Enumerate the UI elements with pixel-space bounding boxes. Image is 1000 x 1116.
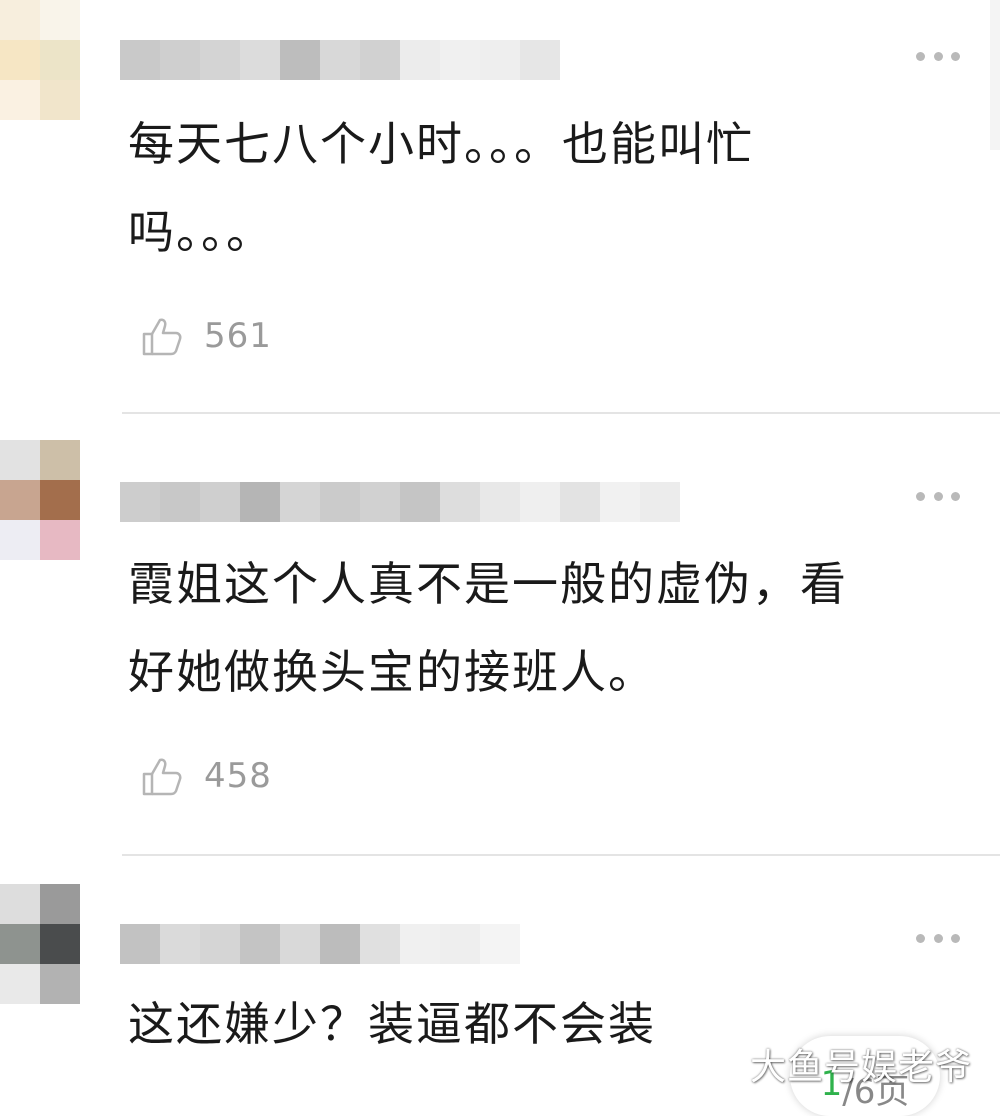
avatar-mosaic-tile <box>0 884 40 924</box>
avatar-mosaic-tile <box>0 480 40 520</box>
name-mosaic-tile <box>200 482 240 522</box>
like-button[interactable]: 458 <box>140 754 272 798</box>
avatar-mosaic-tile <box>0 40 40 80</box>
name-mosaic-tile <box>120 482 160 522</box>
avatar-mosaic-tile <box>40 0 80 40</box>
watermark-text: 大鱼号娱老爷 <box>750 1047 973 1088</box>
name-mosaic-tile <box>280 924 320 964</box>
name-mosaic-tile <box>400 40 440 80</box>
avatar-mosaic-tile <box>0 964 40 1004</box>
comment-text: 每天七八个小时。。。也能叫忙 吗。。。 <box>128 117 754 259</box>
name-mosaic-tile <box>560 482 600 522</box>
name-mosaic-tile <box>400 482 440 522</box>
avatar[interactable] <box>0 884 80 1004</box>
avatar-mosaic-tile <box>0 80 40 120</box>
name-mosaic-tile <box>280 482 320 522</box>
name-mosaic-tile <box>240 40 280 80</box>
name-mosaic-tile <box>320 924 360 964</box>
thumbs-up-icon <box>142 758 182 796</box>
username-blurred[interactable] <box>120 924 520 964</box>
avatar-mosaic-tile <box>0 440 40 480</box>
more-options-icon[interactable] <box>916 932 960 944</box>
more-options-icon[interactable] <box>916 490 960 502</box>
name-mosaic-tile <box>200 40 240 80</box>
name-mosaic-tile <box>240 924 280 964</box>
username-blurred[interactable] <box>120 40 560 80</box>
avatar-mosaic-tile <box>40 964 80 1004</box>
username-blurred[interactable] <box>120 482 680 522</box>
name-mosaic-tile <box>480 924 520 964</box>
avatar-mosaic-tile <box>40 520 80 560</box>
avatar-mosaic-tile <box>0 520 40 560</box>
avatar-mosaic-tile <box>0 0 40 40</box>
name-mosaic-tile <box>520 40 560 80</box>
name-mosaic-tile <box>440 924 480 964</box>
name-mosaic-tile <box>160 482 200 522</box>
name-mosaic-tile <box>360 482 400 522</box>
name-mosaic-tile <box>320 40 360 80</box>
name-mosaic-tile <box>360 924 400 964</box>
name-mosaic-tile <box>200 924 240 964</box>
name-mosaic-tile <box>440 40 480 80</box>
name-mosaic-tile <box>240 482 280 522</box>
name-mosaic-tile <box>400 924 440 964</box>
name-mosaic-tile <box>320 482 360 522</box>
name-mosaic-tile <box>160 924 200 964</box>
avatar-mosaic-tile <box>40 40 80 80</box>
more-options-icon[interactable] <box>916 50 960 62</box>
avatar-mosaic-tile <box>40 440 80 480</box>
name-mosaic-tile <box>600 482 640 522</box>
avatar[interactable] <box>0 0 80 120</box>
name-mosaic-tile <box>480 40 520 80</box>
avatar-mosaic-tile <box>0 924 40 964</box>
comment-text: 霞姐这个人真不是一般的虚伪，看 好她做换头宝的接班人。 <box>128 557 848 699</box>
name-mosaic-tile <box>640 482 680 522</box>
name-mosaic-tile <box>280 40 320 80</box>
name-mosaic-tile <box>440 482 480 522</box>
like-count: 561 <box>204 316 272 356</box>
name-mosaic-tile <box>480 482 520 522</box>
name-mosaic-tile <box>120 40 160 80</box>
avatar-mosaic-tile <box>40 480 80 520</box>
divider <box>122 412 1000 414</box>
scrollbar-edge <box>990 0 1000 150</box>
like-button[interactable]: 561 <box>140 314 272 358</box>
divider <box>122 854 1000 856</box>
like-count: 458 <box>204 756 272 796</box>
thumbs-up-icon <box>142 318 182 356</box>
avatar[interactable] <box>0 440 80 560</box>
name-mosaic-tile <box>160 40 200 80</box>
name-mosaic-tile <box>360 40 400 80</box>
name-mosaic-tile <box>520 482 560 522</box>
name-mosaic-tile <box>120 924 160 964</box>
avatar-mosaic-tile <box>40 884 80 924</box>
avatar-mosaic-tile <box>40 80 80 120</box>
avatar-mosaic-tile <box>40 924 80 964</box>
